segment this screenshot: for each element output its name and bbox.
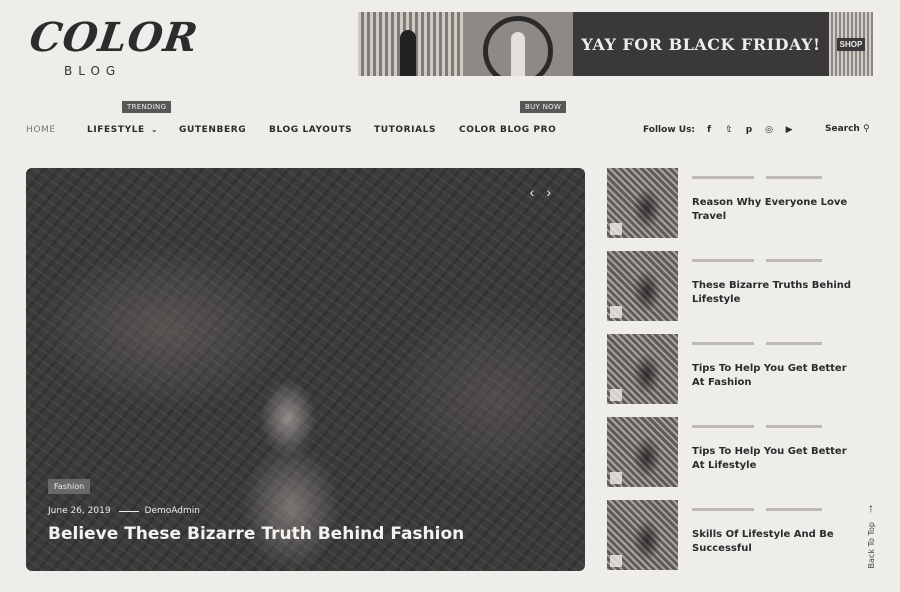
back-to-top-label: Back To Top xyxy=(866,522,876,569)
post-title[interactable]: Tips To Help You Get Better At Fashion xyxy=(692,362,852,390)
nav-item-home[interactable]: HOME xyxy=(26,125,56,135)
search-label: Search xyxy=(825,124,860,134)
post-title[interactable]: These Bizarre Truths Behind Lifestyle xyxy=(692,279,852,307)
logo-mark: COLOR xyxy=(26,14,202,61)
post-meta xyxy=(692,425,822,428)
sidebar-post[interactable]: Tips To Help You Get Better At Lifestyle xyxy=(607,417,847,487)
follow-label: Follow Us: xyxy=(643,125,696,135)
post-thumbnail[interactable] xyxy=(607,168,678,238)
post-date[interactable]: June 26, 2019 xyxy=(48,506,111,516)
hero-title[interactable]: Believe These Bizarre Truth Behind Fashi… xyxy=(48,524,464,544)
sidebar-post[interactable]: Reason Why Everyone Love Travel xyxy=(607,168,847,238)
facebook-icon[interactable]: f xyxy=(699,125,719,135)
post-author[interactable]: DemoAdmin xyxy=(145,506,200,516)
post-format-icon xyxy=(610,555,622,567)
promo-banner[interactable]: YAY FOR BLACK FRIDAY! SHOP xyxy=(358,12,873,76)
nav-item-tutorials[interactable]: TUTORIALS xyxy=(374,125,436,135)
post-title[interactable]: Skills Of Lifestyle And Be Successful xyxy=(692,528,852,556)
meta-divider xyxy=(118,510,139,512)
post-thumbnail[interactable] xyxy=(607,500,678,570)
chevron-right-icon[interactable]: › xyxy=(546,184,563,200)
arrow-up-icon: ↑ xyxy=(868,501,874,515)
banner-badge-area: SHOP xyxy=(829,12,873,76)
post-format-icon xyxy=(610,306,622,318)
post-format-icon xyxy=(610,223,622,235)
social-follow: Follow Us: f 𝕥 p ◎ ▶ xyxy=(643,125,799,135)
trending-tag: TRENDING xyxy=(122,101,172,113)
post-title[interactable]: Tips To Help You Get Better At Lifestyle xyxy=(692,445,852,473)
chevron-down-icon: ⌄ xyxy=(150,125,159,134)
site-logo[interactable]: COLOR BLOG xyxy=(26,14,202,78)
banner-badge: SHOP xyxy=(836,37,866,51)
back-to-top[interactable]: ↑ Back To Top xyxy=(864,502,878,582)
hero-slider[interactable]: ‹› Fashion June 26, 2019 DemoAdmin Belie… xyxy=(26,168,585,571)
nav-item-blog-layouts[interactable]: BLOG LAYOUTS xyxy=(269,125,352,135)
search-icon: ⚲ xyxy=(862,124,870,134)
sidebar-post[interactable]: Tips To Help You Get Better At Fashion xyxy=(607,334,847,404)
banner-photo xyxy=(463,12,573,76)
slider-arrows: ‹› xyxy=(530,184,563,200)
nav-item-color-blog-pro[interactable]: COLOR BLOG PRO xyxy=(459,125,556,135)
search-button[interactable]: Search ⚲ xyxy=(825,124,870,134)
post-meta: June 26, 2019 DemoAdmin xyxy=(48,506,200,516)
post-title[interactable]: Reason Why Everyone Love Travel xyxy=(692,196,852,224)
instagram-icon[interactable]: ◎ xyxy=(759,125,779,135)
twitter-icon[interactable]: 𝕥 xyxy=(719,125,739,135)
nav-item-lifestyle[interactable]: LIFESTYLE ⌄ xyxy=(87,125,158,135)
post-format-icon xyxy=(610,389,622,401)
post-meta xyxy=(692,176,822,179)
banner-photo xyxy=(358,12,463,76)
nav-item-gutenberg[interactable]: GUTENBERG xyxy=(179,125,246,135)
post-thumbnail[interactable] xyxy=(607,417,678,487)
post-meta xyxy=(692,508,822,511)
post-meta xyxy=(692,342,822,345)
pinterest-icon[interactable]: p xyxy=(739,125,759,135)
post-format-icon xyxy=(610,472,622,484)
category-badge[interactable]: Fashion xyxy=(48,479,91,494)
sidebar-post[interactable]: These Bizarre Truths Behind Lifestyle xyxy=(607,251,851,321)
banner-text: YAY FOR BLACK FRIDAY! xyxy=(581,34,821,54)
youtube-icon[interactable]: ▶ xyxy=(779,125,799,135)
logo-subtitle: BLOG xyxy=(64,64,122,78)
chevron-left-icon[interactable]: ‹ xyxy=(530,184,547,200)
post-thumbnail[interactable] xyxy=(607,334,678,404)
sidebar-post[interactable]: Skills Of Lifestyle And Be Successful xyxy=(607,500,847,570)
post-meta xyxy=(692,259,822,262)
post-thumbnail[interactable] xyxy=(607,251,678,321)
buy-now-tag: BUY NOW xyxy=(520,101,567,113)
